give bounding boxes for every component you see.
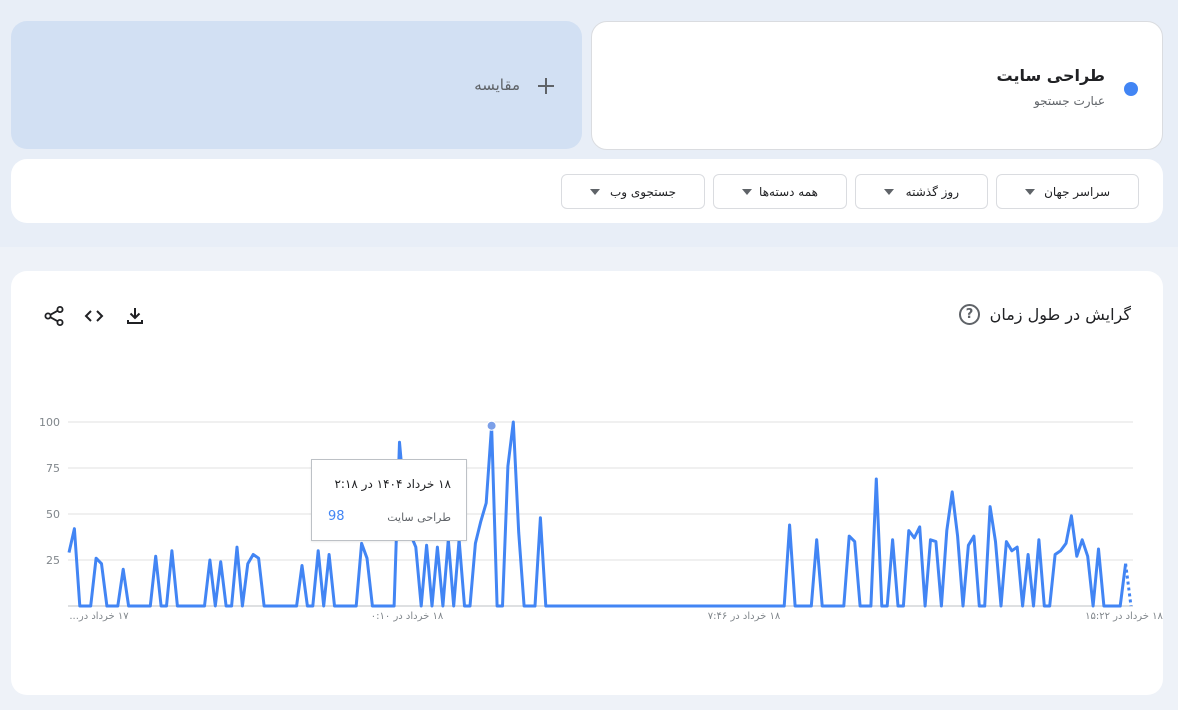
caret-down-icon — [742, 189, 752, 195]
region-dropdown-label: سراسر جهان — [1044, 185, 1110, 199]
compare-label: مقایسه — [474, 76, 520, 94]
plus-icon — [538, 78, 554, 94]
series-partial-line — [1124, 563, 1133, 607]
caret-down-icon — [884, 189, 894, 195]
interest-over-time-card: گرایش در طول زمان ? 25 50 75 100 ۱۷ خرداد د… — [11, 271, 1163, 695]
tooltip-term: طراحی سایت — [387, 511, 451, 524]
search-type-dropdown[interactable]: جستجوی وب — [561, 174, 705, 209]
y-tick-label: 100 — [39, 416, 60, 429]
chart-tooltip: ۱۸ خرداد ۱۴۰۴ در ۲:۱۸ طراحی سایت 98 — [311, 459, 467, 541]
time-range-dropdown[interactable]: روز گذشته — [855, 174, 988, 209]
tooltip-date: ۱۸ خرداد ۱۴۰۴ در ۲:۱۸ — [334, 477, 451, 491]
caret-down-icon — [1025, 189, 1035, 195]
trend-chart[interactable]: 25 50 75 100 ۱۷ خرداد در... ۱۸ خرداد در ۰:۱۰… — [11, 271, 1163, 695]
time-range-dropdown-label: روز گذشته — [905, 185, 959, 199]
search-type-dropdown-label: جستجوی وب — [610, 185, 676, 199]
y-tick-label: 75 — [46, 462, 60, 475]
region-dropdown[interactable]: سراسر جهان — [996, 174, 1139, 209]
term-subtitle: عبارت جستجو — [1033, 94, 1105, 108]
hover-point-marker — [486, 420, 497, 431]
compare-button[interactable]: مقایسه — [11, 21, 582, 149]
term-color-dot — [1124, 82, 1138, 96]
y-tick-label: 25 — [46, 554, 60, 567]
x-tick-label: ۱۸ خرداد در ۷:۴۶ — [708, 611, 781, 622]
y-tick-label: 50 — [46, 508, 60, 521]
caret-down-icon — [590, 189, 600, 195]
category-dropdown-label: همه دسته‌ها — [759, 185, 818, 199]
x-tick-label: ۱۷ خرداد در... — [69, 611, 129, 622]
filter-bar: سراسر جهان روز گذشته همه دسته‌ها جستجوی … — [11, 159, 1163, 223]
search-term-card[interactable]: طراحی سایت عبارت جستجو — [591, 21, 1163, 150]
x-tick-label: ۱۸ خرداد در ۰:۱۰ — [371, 611, 444, 622]
tooltip-value: 98 — [328, 509, 345, 524]
category-dropdown[interactable]: همه دسته‌ها — [713, 174, 847, 209]
term-title[interactable]: طراحی سایت — [997, 66, 1105, 85]
x-tick-label: ۱۸ خرداد در ۱۵:۲۲ — [1085, 611, 1163, 622]
